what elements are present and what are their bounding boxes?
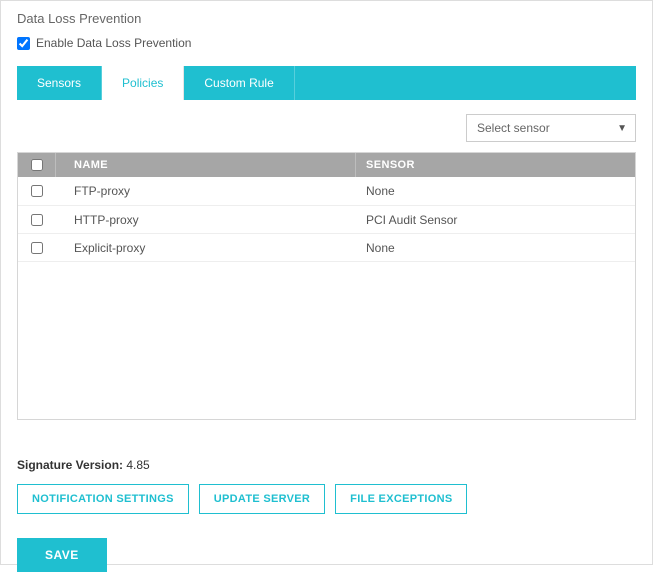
table-row[interactable]: HTTP-proxy PCI Audit Sensor xyxy=(18,205,635,233)
row-sensor: None xyxy=(356,241,635,255)
table-empty-space xyxy=(18,261,635,419)
row-name: FTP-proxy xyxy=(56,184,356,198)
row-checkbox[interactable] xyxy=(31,185,43,197)
file-exceptions-button[interactable]: FILE EXCEPTIONS xyxy=(335,484,467,514)
table-row[interactable]: Explicit-proxy None xyxy=(18,233,635,261)
table-header: NAME SENSOR xyxy=(18,153,635,177)
signature-label: Signature Version: xyxy=(17,458,123,472)
action-buttons-row: NOTIFICATION SETTINGS UPDATE SERVER FILE… xyxy=(17,484,636,514)
header-sensor[interactable]: SENSOR xyxy=(356,153,635,177)
row-sensor: PCI Audit Sensor xyxy=(356,213,635,227)
tab-bar: Sensors Policies Custom Rule xyxy=(17,66,636,100)
chevron-down-icon: ▼ xyxy=(617,123,627,134)
row-checkbox-cell xyxy=(18,214,56,226)
save-row: SAVE xyxy=(17,538,636,572)
row-name: Explicit-proxy xyxy=(56,241,356,255)
enable-dlp-label: Enable Data Loss Prevention xyxy=(36,36,191,50)
row-checkbox[interactable] xyxy=(31,214,43,226)
enable-dlp-checkbox[interactable] xyxy=(17,37,30,50)
sensor-select[interactable]: Select sensor ▼ xyxy=(466,114,636,142)
header-name[interactable]: NAME xyxy=(56,153,356,177)
save-button[interactable]: SAVE xyxy=(17,538,107,572)
enable-dlp-row: Enable Data Loss Prevention xyxy=(17,36,636,50)
page-title: Data Loss Prevention xyxy=(17,11,636,26)
row-checkbox[interactable] xyxy=(31,242,43,254)
tab-policies[interactable]: Policies xyxy=(102,66,184,100)
row-checkbox-cell xyxy=(18,185,56,197)
sensor-select-row: Select sensor ▼ xyxy=(17,114,636,142)
tab-sensors[interactable]: Sensors xyxy=(17,66,102,100)
header-checkbox-cell xyxy=(18,153,56,177)
select-all-checkbox[interactable] xyxy=(31,159,43,171)
signature-value: 4.85 xyxy=(126,458,149,472)
signature-version-row: Signature Version: 4.85 xyxy=(17,458,636,472)
notification-settings-button[interactable]: NOTIFICATION SETTINGS xyxy=(17,484,189,514)
row-sensor: None xyxy=(356,184,635,198)
table-row[interactable]: FTP-proxy None xyxy=(18,177,635,205)
tab-custom-rule[interactable]: Custom Rule xyxy=(184,66,294,100)
sensor-select-placeholder: Select sensor xyxy=(477,121,550,135)
dlp-page: Data Loss Prevention Enable Data Loss Pr… xyxy=(0,0,653,565)
update-server-button[interactable]: UPDATE SERVER xyxy=(199,484,325,514)
policy-table: NAME SENSOR FTP-proxy None HTTP-proxy PC… xyxy=(17,152,636,420)
table-body: FTP-proxy None HTTP-proxy PCI Audit Sens… xyxy=(18,177,635,419)
row-name: HTTP-proxy xyxy=(56,213,356,227)
row-checkbox-cell xyxy=(18,242,56,254)
